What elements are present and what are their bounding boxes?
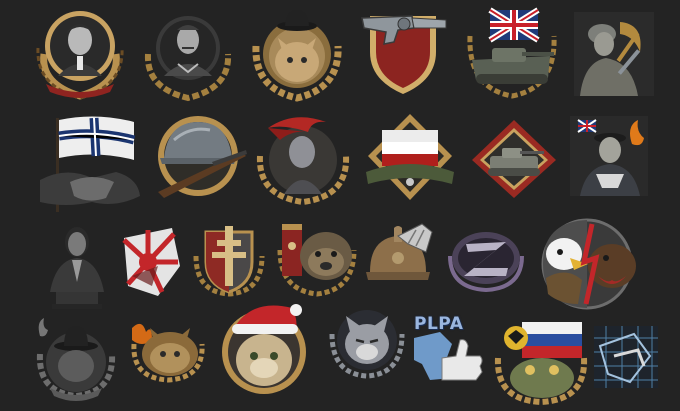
adrian-helmet-gauntlet-icon[interactable]	[362, 222, 434, 296]
statesman-bust-icon[interactable]	[46, 222, 108, 310]
z-emblem-medal-icon[interactable]	[446, 226, 526, 293]
union-jack-tank-medal-icon[interactable]	[462, 6, 562, 99]
portrait-medal-icon[interactable]	[30, 4, 130, 100]
hammer-sickle-soldier-icon[interactable]	[574, 12, 654, 96]
red-cap-bust-medal-icon[interactable]	[254, 110, 352, 206]
plpa-thumbs-up-map-icon[interactable]	[412, 330, 486, 382]
bowler-hat-cat-medal-icon[interactable]	[248, 6, 346, 102]
achievement-grid: PLPA	[0, 0, 680, 411]
grumpy-cat-wreath-icon[interactable]	[328, 304, 406, 379]
general-portrait-medal-icon[interactable]	[138, 6, 238, 102]
helmet-rifle-medal-icon[interactable]	[150, 114, 248, 200]
rising-sun-map-icon[interactable]	[118, 226, 182, 298]
burning-cat-medal-icon[interactable]	[128, 318, 208, 383]
santa-hat-cat-medal-icon[interactable]	[212, 298, 316, 396]
banner-bulldog-medal-icon[interactable]	[276, 220, 358, 297]
lorraine-cross-shield-icon[interactable]	[192, 222, 266, 297]
german-flag-medal-icon[interactable]	[360, 112, 460, 204]
tank-diamond-medal-icon[interactable]	[468, 118, 560, 198]
smoking-hat-wreath-icon[interactable]	[34, 316, 118, 401]
blueprint-grid-map-icon[interactable]	[594, 326, 658, 388]
eagle-bear-split-icon[interactable]	[530, 218, 644, 310]
sailor-burning-flag-icon[interactable]	[570, 116, 648, 196]
eagle-flag-toad-medal-icon[interactable]	[492, 318, 590, 406]
handshake-flag-icon[interactable]	[36, 112, 146, 216]
revolver-shield-medal-icon[interactable]	[356, 6, 450, 96]
